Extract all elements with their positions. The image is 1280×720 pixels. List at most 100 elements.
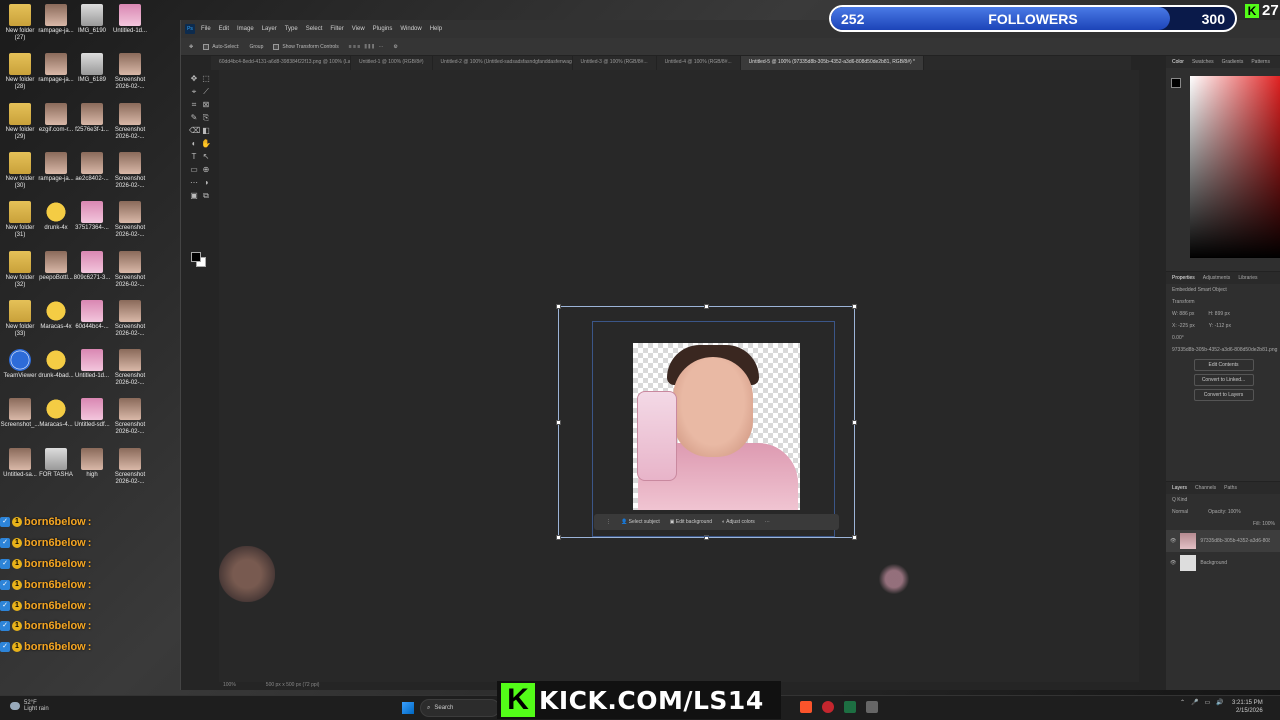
panel-tab[interactable]: Gradients [1222,59,1244,65]
height-field[interactable]: H: 899 px [1208,311,1229,317]
menu-item[interactable]: File [201,26,211,32]
layer-row[interactable]: 👁 Background [1166,552,1280,574]
desktop-icon[interactable]: New folder (27) [0,4,40,42]
desktop-icon[interactable]: New folder (28) [0,53,40,91]
panel-tab[interactable]: Swatches [1192,59,1214,65]
desktop-icon[interactable]: TeamViewer [0,349,40,380]
panel-tab[interactable]: Layers [1172,485,1187,491]
desktop-icon[interactable]: 809c6271-3... [72,250,112,282]
eye-icon[interactable]: 👁 [1170,538,1176,544]
menu-item[interactable]: Plugins [373,26,393,32]
desktop-icon[interactable]: IMG_6190 [72,4,112,35]
dodge-tool-icon[interactable]: ◐ [189,139,199,149]
app-icon-gray[interactable] [866,701,878,713]
hand-tool-icon[interactable]: ✋ [201,139,211,149]
desktop-icon[interactable]: New folder (29) [0,102,40,141]
document-tab[interactable]: 60dd4bc4-8edd-4131-a6d8-398384f22f13.png… [211,56,351,70]
opacity-field[interactable]: Opacity: 100% [1208,509,1241,515]
desktop-icon[interactable]: 37517364-... [72,201,112,232]
path-select-icon[interactable]: ↖ [201,152,211,162]
desktop-icon[interactable]: Screenshot 2026-02-... [110,398,150,436]
desktop-icon[interactable]: FOR TASHA [36,447,76,479]
menu-item[interactable]: Edit [219,26,229,32]
zoom-tool-icon[interactable]: ⊕ [201,165,211,175]
weather-widget[interactable]: 52°F Light rain [10,700,49,712]
foreground-color-icon[interactable] [191,252,201,262]
edit-background-button[interactable]: ▣ Edit background [670,519,712,525]
panel-tab[interactable]: Paths [1224,485,1237,491]
desktop-icon[interactable]: rampage-ja... [36,53,76,84]
eye-icon[interactable]: 👁 [1170,560,1176,566]
desktop-icon[interactable]: drunk-4bad... [36,349,76,380]
quick-mask-icon[interactable]: ◑ [201,178,211,188]
document-tab[interactable]: Untitled-3 @ 100% (RGB/8#... [573,56,657,70]
adjust-colors-button[interactable]: ◐ Adjust colors [722,519,755,525]
desktop-icon[interactable]: IMG_6189 [72,53,112,84]
foreground-color-swatch[interactable] [1171,78,1181,88]
transform-handle-l[interactable] [556,420,561,425]
menu-item[interactable]: Help [430,26,442,32]
desktop-icon[interactable]: Untitled-sa... [0,447,40,479]
artboard-icon[interactable]: ⧉ [201,191,211,201]
transform-handle-tl[interactable] [556,304,561,309]
gear-icon[interactable]: ⚙ [393,44,397,50]
document-tab[interactable]: Untitled-1 @ 100% (RGB/8#) [351,56,433,70]
menu-item[interactable]: Select [306,26,323,32]
transform-handle-br[interactable] [852,535,857,540]
document-tab[interactable]: Untitled-5 @ 100% (97335d8b-305b-4352-a3… [740,56,924,70]
crop-tool-icon[interactable]: ⌗ [189,100,199,110]
select-subject-button[interactable]: 👤 Select subject [621,519,660,525]
fill-field[interactable]: Fill: 100% [1253,521,1275,527]
smart-object-photo[interactable] [633,343,800,510]
excel-icon[interactable] [844,701,856,713]
menu-item[interactable]: Layer [262,26,277,32]
y-field[interactable]: Y: -112 px [1209,323,1231,329]
desktop-icon[interactable]: Screenshot 2026-02-... [110,299,150,338]
desktop-icon[interactable]: ezgif.com-r... [36,102,76,134]
taskbar-search[interactable]: ⌕ Search [420,699,500,717]
menu-item[interactable]: Image [237,26,254,32]
x-field[interactable]: X: -225 px [1172,323,1195,329]
marquee-tool-icon[interactable]: ⬚ [201,74,211,84]
move-tool-icon[interactable]: ✥ [189,44,193,50]
color-picker-field[interactable] [1190,76,1280,258]
desktop-icon[interactable]: drunk-4x [36,201,76,232]
group-dropdown[interactable]: Group [249,44,263,50]
properties-button[interactable]: Edit Contents [1193,359,1254,371]
shape-tool-icon[interactable]: ▭ [189,165,199,175]
transform-handle-r[interactable] [852,420,857,425]
desktop-icon[interactable]: Screenshot_... [0,398,40,429]
menu-item[interactable]: View [352,26,365,32]
desktop-icon[interactable]: Screenshot 2026-02-... [110,447,150,486]
desktop-icon[interactable]: high [72,447,112,479]
panel-tab[interactable]: Libraries [1238,275,1257,281]
desktop-icon[interactable]: Screenshot 2026-02-... [110,53,150,91]
more-options-icon[interactable]: ⋯ [765,519,770,525]
app-icon-red[interactable] [822,701,834,713]
desktop-icon[interactable]: Screenshot 2026-02-... [110,349,150,387]
gradient-tool-icon[interactable]: ◧ [201,126,211,136]
lasso-tool-icon[interactable]: ⌖ [189,87,199,97]
chevron-up-icon[interactable]: ⌃ [1180,699,1185,706]
brush-tool-icon[interactable]: ✎ [189,113,199,123]
desktop-icon[interactable]: Untitled-sdf... [72,398,112,429]
desktop-icon[interactable]: rampage-ja... [36,4,76,35]
brave-icon[interactable] [800,701,812,713]
desktop-icon[interactable]: rampage-ja... [36,151,76,183]
document-tab[interactable]: Untitled-2 @ 100% (Untitled-sadsadsfasnd… [433,56,573,70]
desktop-icon[interactable]: ae2c8402-... [72,151,112,183]
type-tool-icon[interactable]: T [189,152,199,162]
transform-handle-tr[interactable] [852,304,857,309]
desktop-icon[interactable]: Untitled-1d... [110,4,150,35]
desktop-icon[interactable]: Screenshot 2026-02-... [110,102,150,141]
transform-handle-t[interactable] [704,304,709,309]
angle-field[interactable]: 0.00° [1166,332,1280,344]
layer-row[interactable]: 👁 97335d8b-305b-4352-a3d6-808d50de2b81 [1166,530,1280,552]
auto-select-checkbox[interactable]: Auto-Select: [203,43,239,50]
desktop-icon[interactable]: Screenshot 2026-02-... [110,250,150,289]
zoom-level[interactable]: 100% [223,682,236,690]
screen-mode-icon[interactable]: ▣ [189,191,199,201]
desktop-icon[interactable]: 60d44bc4-... [72,299,112,331]
menu-item[interactable]: Window [400,26,421,32]
desktop-icon[interactable]: Maracas-4... [36,398,76,429]
